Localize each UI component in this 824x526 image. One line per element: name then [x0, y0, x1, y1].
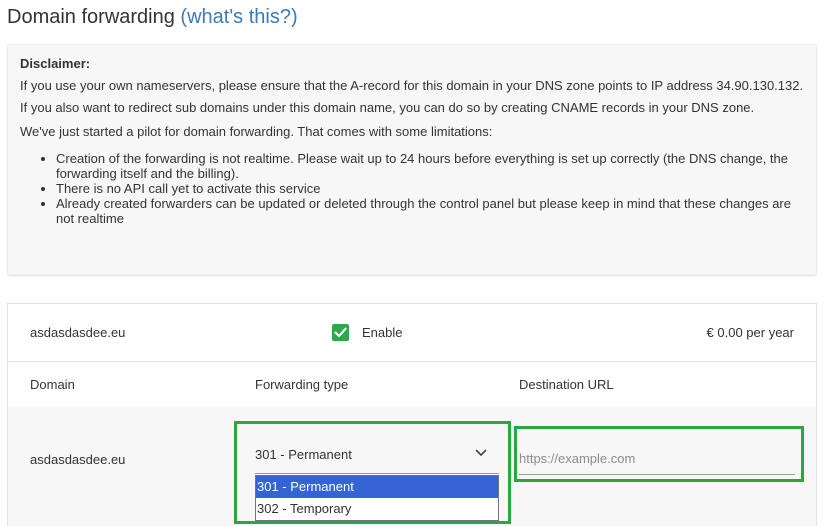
page-title: Domain forwarding (what's this?)	[7, 6, 298, 29]
forwarding-type-value: 301 - Permanent	[255, 447, 352, 462]
option-301-permanent[interactable]: 301 - Permanent	[256, 476, 498, 498]
column-header-destination-url: Destination URL	[519, 377, 614, 392]
enable-checkbox[interactable]	[332, 324, 349, 341]
chevron-down-icon	[475, 449, 487, 456]
forwarding-type-select[interactable]: 301 - Permanent	[255, 442, 499, 474]
list-item: Already created forwarders can be update…	[56, 196, 804, 226]
table-header-row: Domain Forwarding type Destination URL	[8, 363, 816, 407]
forwarding-card: asdasdasdee.eu Enable € 0.00 per year Do…	[7, 303, 817, 526]
price-label: € 0.00 per year	[706, 325, 794, 340]
page-title-text: Domain forwarding	[7, 6, 175, 28]
disclaimer-paragraph-nameservers: If you use your own nameservers, please …	[20, 78, 804, 115]
whats-this-link[interactable]: (what's this?)	[180, 6, 297, 28]
enable-label: Enable	[362, 325, 403, 340]
domain-forwarding-page: Domain forwarding (what's this?) Disclai…	[0, 0, 824, 526]
table-row: asdasdasdee.eu 301 - Permanent 301 - Per…	[8, 407, 816, 526]
forwarding-summary-row: asdasdasdee.eu Enable € 0.00 per year	[8, 304, 816, 362]
enable-toggle[interactable]: Enable	[332, 324, 402, 341]
disclaimer-heading: Disclaimer:	[20, 56, 91, 71]
list-item: Creation of the forwarding is not realti…	[56, 151, 804, 181]
column-header-forwarding-type: Forwarding type	[255, 377, 349, 392]
column-header-domain: Domain	[30, 377, 75, 392]
disclaimer-paragraph-pilot: We've just started a pilot for domain fo…	[20, 124, 493, 139]
option-302-temporary[interactable]: 302 - Temporary	[256, 498, 498, 520]
row-domain-name: asdasdasdee.eu	[30, 452, 126, 467]
forwarding-type-options: 301 - Permanent 302 - Temporary	[255, 475, 499, 521]
disclaimer-panel: Disclaimer: If you use your own nameserv…	[7, 44, 817, 275]
checkmark-icon	[334, 327, 347, 338]
summary-domain-name: asdasdasdee.eu	[30, 325, 126, 340]
destination-url-input[interactable]	[519, 442, 795, 475]
limitations-list: Creation of the forwarding is not realti…	[20, 151, 804, 226]
list-item: There is no API call yet to activate thi…	[56, 181, 804, 196]
